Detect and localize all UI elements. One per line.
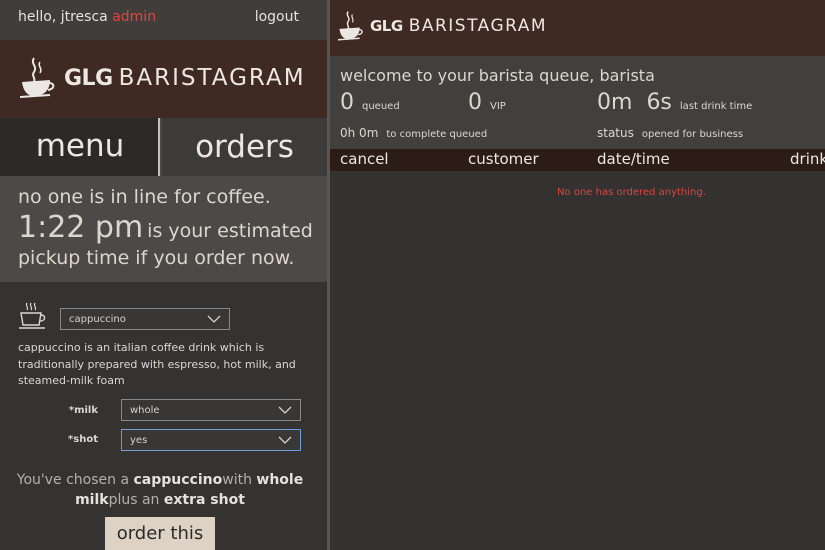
barista-panel: GLG BARISTAGRAM welcome to your barista … bbox=[330, 0, 825, 550]
brand-glg: GLG bbox=[64, 65, 113, 91]
drink-description: cappuccino is an italian coffee drink wh… bbox=[18, 341, 296, 387]
complete-label: to complete queued bbox=[386, 129, 488, 140]
brand-glg: GLG bbox=[370, 17, 403, 35]
milk-select-value: whole bbox=[130, 404, 160, 416]
vip-label: VIP bbox=[490, 101, 506, 112]
status-stat: status opened for business bbox=[597, 122, 743, 141]
drink-select[interactable]: cappuccino bbox=[60, 308, 230, 330]
brand-logo: GLG BARISTAGRAM bbox=[338, 10, 547, 42]
column-header-datetime[interactable]: date/time bbox=[597, 150, 670, 168]
user-greeting: hello, jtresca admin bbox=[18, 9, 156, 25]
vip-stat: 0 VIP bbox=[468, 90, 506, 115]
column-header-drink[interactable]: drink bbox=[790, 150, 825, 168]
welcome-text: welcome to your barista queue, barista bbox=[340, 66, 655, 85]
estimated-text: is your estimated bbox=[147, 220, 313, 242]
last-drink-stat: 0m 6s last drink time bbox=[597, 90, 752, 115]
status-label: status bbox=[597, 126, 634, 140]
customer-panel: hello, jtresca admin logout GLG BARISTAG… bbox=[0, 0, 327, 550]
column-header-cancel[interactable]: cancel bbox=[340, 150, 389, 168]
brand-name: BARISTAGRAM bbox=[408, 16, 548, 36]
pickup-text: pickup time if you order now. bbox=[18, 247, 295, 269]
shot-select-value: yes bbox=[130, 434, 148, 446]
queued-label: queued bbox=[362, 101, 400, 112]
last-drink-seconds: 6s bbox=[646, 90, 672, 115]
complete-time: 0h 0m bbox=[340, 126, 379, 140]
status-value: opened for business bbox=[641, 129, 744, 140]
chevron-down-icon bbox=[207, 315, 221, 323]
coffee-cup-logo-icon bbox=[338, 11, 363, 41]
shot-select[interactable]: yes bbox=[121, 429, 301, 451]
chevron-down-icon bbox=[278, 406, 292, 414]
tab-orders[interactable]: orders bbox=[162, 118, 327, 176]
tab-menu[interactable]: menu bbox=[0, 118, 160, 176]
summary-shot: extra shot bbox=[163, 492, 245, 508]
drink-select-value: cappuccino bbox=[69, 313, 126, 325]
barista-brand-header: GLG BARISTAGRAM bbox=[330, 0, 825, 56]
coffee-cup-icon bbox=[19, 302, 46, 329]
queued-count: 0 bbox=[340, 90, 354, 115]
queue-info: welcome to your barista queue, barista 0… bbox=[330, 56, 825, 149]
pickup-estimate: 1:22 pm is your estimated bbox=[18, 210, 313, 245]
last-drink-minutes: 0m bbox=[597, 90, 633, 115]
admin-link[interactable]: admin bbox=[112, 9, 156, 25]
wait-status: no one is in line for coffee. 1:22 pm is … bbox=[0, 176, 327, 282]
last-drink-label: last drink time bbox=[679, 101, 753, 112]
logout-link[interactable]: logout bbox=[255, 9, 299, 25]
brand-logo: GLG BARISTAGRAM bbox=[20, 56, 306, 100]
order-this-button[interactable]: order this bbox=[105, 517, 215, 550]
chevron-down-icon bbox=[278, 436, 292, 444]
greeting-text: hello, jtresca bbox=[18, 9, 108, 25]
complete-stat: 0h 0m to complete queued bbox=[340, 122, 487, 141]
shot-label: *shot bbox=[68, 434, 98, 445]
brand-name: BARISTAGRAM bbox=[118, 65, 306, 91]
empty-queue-message: No one has ordered anything. bbox=[557, 187, 706, 198]
top-bar: hello, jtresca admin logout bbox=[0, 0, 327, 40]
coffee-cup-logo-icon bbox=[20, 57, 55, 98]
tab-bar: menu orders bbox=[0, 118, 327, 176]
milk-select[interactable]: whole bbox=[121, 399, 301, 421]
brand-header: GLG BARISTAGRAM bbox=[0, 40, 327, 118]
queue-status-text: no one is in line for coffee. bbox=[18, 186, 271, 208]
summary-drink: cappuccino bbox=[133, 472, 223, 488]
column-header-customer[interactable]: customer bbox=[468, 150, 539, 168]
milk-label: *milk bbox=[68, 405, 98, 416]
vip-count: 0 bbox=[468, 90, 482, 115]
pickup-time: 1:22 pm bbox=[18, 210, 144, 245]
queue-table-header: cancel customer date/time drink bbox=[330, 149, 825, 171]
order-summary: You've chosen a cappuccinowith whole mil… bbox=[16, 472, 304, 508]
queued-stat: 0 queued bbox=[340, 90, 400, 115]
